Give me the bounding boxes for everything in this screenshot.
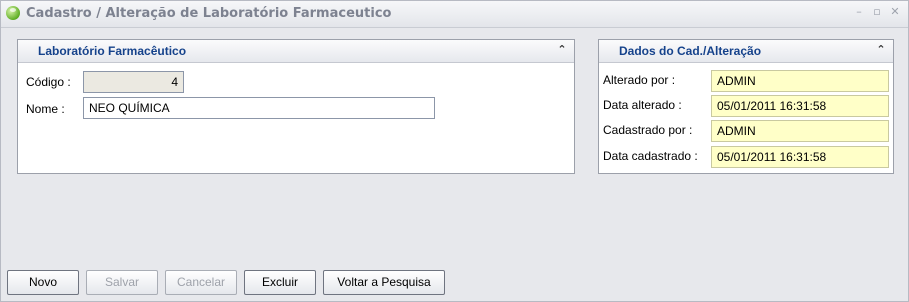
- cadastro-laboratorio-window: Cadastro / Alteração de Laboratório Farm…: [0, 0, 909, 302]
- window-title: Cadastro / Alteração de Laboratório Farm…: [26, 6, 392, 21]
- app-icon: [6, 6, 20, 20]
- collapse-icon[interactable]: ⌃: [874, 43, 888, 57]
- laboratorio-panel: Laboratório Farmacêutico ⌃ Código : 4 No…: [17, 39, 575, 174]
- close-icon[interactable]: ✕: [889, 6, 901, 18]
- audit-panel: Dados do Cad./Alteração ⌃ Alterado por :…: [598, 39, 894, 174]
- audit-panel-header: Dados do Cad./Alteração ⌃: [599, 40, 893, 63]
- salvar-button[interactable]: Salvar: [86, 270, 158, 295]
- nome-input[interactable]: NEO QUÍMICA: [83, 97, 435, 119]
- laboratorio-panel-header: Laboratório Farmacêutico ⌃: [18, 40, 574, 63]
- cancelar-button[interactable]: Cancelar: [165, 270, 237, 295]
- alterado-por-field: ADMIN: [711, 70, 889, 92]
- minimize-icon[interactable]: –: [853, 6, 865, 18]
- data-cadastrado-label: Data cadastrado :: [603, 149, 698, 163]
- data-alterado-label: Data alterado :: [603, 98, 682, 112]
- audit-panel-title: Dados do Cad./Alteração: [619, 44, 762, 58]
- collapse-icon[interactable]: ⌃: [555, 43, 569, 57]
- codigo-label: Código :: [26, 75, 71, 89]
- cadastrado-por-field: ADMIN: [711, 120, 889, 142]
- data-alterado-field: 05/01/2011 16:31:58: [711, 95, 889, 117]
- novo-button[interactable]: Novo: [7, 270, 79, 295]
- alterado-por-label: Alterado por :: [603, 73, 676, 87]
- maximize-icon[interactable]: ▫: [871, 6, 883, 18]
- laboratorio-panel-title: Laboratório Farmacêutico: [38, 44, 187, 58]
- title-bar[interactable]: Cadastro / Alteração de Laboratório Farm…: [1, 1, 908, 28]
- voltar-pesquisa-button[interactable]: Voltar a Pesquisa: [323, 270, 445, 295]
- excluir-button[interactable]: Excluir: [244, 270, 316, 295]
- codigo-field: 4: [83, 71, 184, 93]
- data-cadastrado-field: 05/01/2011 16:31:58: [711, 146, 889, 168]
- nome-label: Nome :: [26, 102, 65, 116]
- cadastrado-por-label: Cadastrado por :: [603, 123, 693, 137]
